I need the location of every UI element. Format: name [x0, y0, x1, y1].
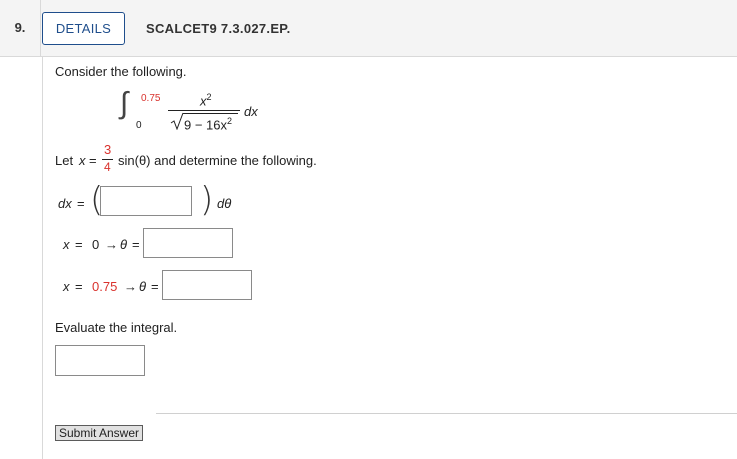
let-label: Let — [55, 153, 74, 168]
denominator-exponent: 2 — [227, 116, 233, 126]
lower-limit: 0 — [136, 120, 142, 131]
bound2-theta: θ — [139, 279, 147, 294]
dtheta-label: dθ — [217, 196, 232, 211]
bound2-value: 0.75 — [92, 279, 118, 294]
upper-limit: 0.75 — [141, 93, 161, 104]
numerator: x2 — [200, 92, 212, 109]
fraction-denominator: 4 — [104, 160, 111, 174]
dx-label: dx — [58, 196, 72, 211]
arrow-icon: → — [105, 237, 118, 252]
bound1-value: 0 — [92, 237, 100, 252]
evaluate-label: Evaluate the integral. — [55, 320, 178, 335]
sqrt-overline — [183, 113, 238, 114]
integral-sign: ∫ — [120, 86, 129, 121]
bound1-equals: = — [75, 237, 83, 252]
integral-fraction-bar — [168, 110, 240, 111]
prompt-text: Consider the following. — [55, 64, 187, 79]
divider — [156, 413, 737, 414]
close-paren: ) — [200, 180, 214, 220]
question-body — [42, 57, 737, 459]
dx-input[interactable] — [100, 186, 192, 216]
sub-suffix: sin(θ) and determine the following. — [118, 153, 317, 168]
lower-theta-input[interactable] — [143, 228, 233, 258]
bound1-x: x — [63, 237, 70, 252]
differential-dx: dx — [244, 104, 258, 119]
denominator: 9 − 16x2 — [184, 116, 233, 133]
sub-variable: x — [79, 153, 86, 168]
sqrt-icon — [170, 112, 184, 130]
fraction-numerator: 3 — [104, 142, 112, 157]
dx-equals: = — [77, 196, 85, 211]
submit-answer-button[interactable]: Submit Answer — [55, 425, 143, 441]
details-button[interactable]: DETAILS — [42, 12, 125, 45]
bound2-equals: = — [75, 279, 83, 294]
question-header: 9. DETAILS SCALCET9 7.3.027.EP. — [0, 0, 737, 57]
question-number: 9. — [0, 0, 41, 56]
upper-theta-input[interactable] — [162, 270, 252, 300]
bound1-theta: θ — [120, 237, 128, 252]
bound2-equals2: = — [151, 279, 159, 294]
sub-equals: = — [89, 153, 97, 168]
bound2-x: x — [63, 279, 70, 294]
question-id: SCALCET9 7.3.027.EP. — [146, 21, 291, 36]
numerator-exponent: 2 — [206, 92, 212, 102]
bound1-equals2: = — [132, 237, 140, 252]
integral-answer-input[interactable] — [55, 345, 145, 376]
arrow-icon: → — [124, 279, 137, 294]
